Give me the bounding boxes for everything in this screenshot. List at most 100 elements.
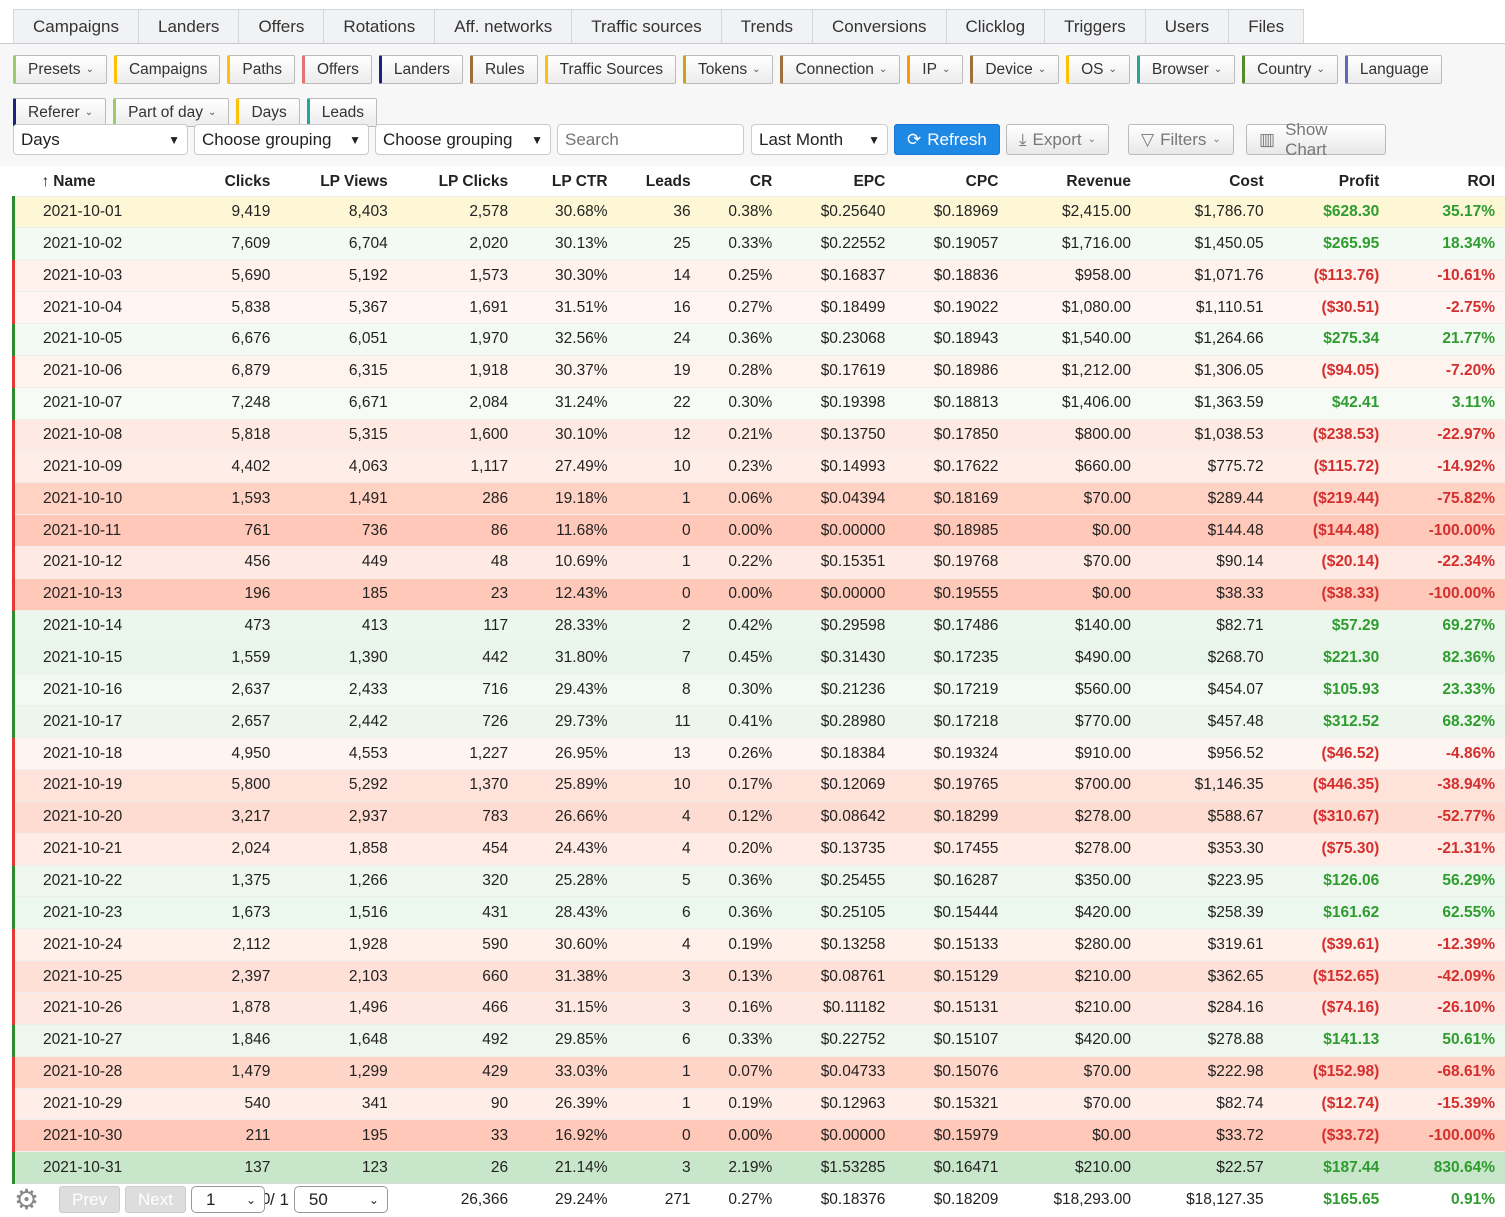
- tab-files[interactable]: Files: [1228, 9, 1305, 43]
- column-header-cr[interactable]: CR: [701, 168, 783, 196]
- table-row[interactable]: 2021-10-13 196 185 23 12.43% 0 0.00% $0.00000 $0…: [12, 577, 1505, 611]
- prev-button[interactable]: Prev: [59, 1186, 120, 1213]
- table-row[interactable]: 2021-10-22 1,375 1,266 320 25.28% 5 0.36% $0.25…: [12, 864, 1505, 897]
- table-row[interactable]: 2021-10-07 7,248 6,671 2,084 31.24% 22 0.30% $0…: [12, 386, 1505, 420]
- cell-clicks: 9,419: [193, 195, 281, 228]
- column-header-epc[interactable]: EPC: [782, 168, 895, 196]
- table-row[interactable]: 2021-10-11 761 736 86 11.68% 0 0.00% $0.00000 $0…: [12, 514, 1505, 547]
- table-row[interactable]: 2021-10-16 2,637 2,433 716 29.43% 8 0.30% $0.21…: [12, 673, 1505, 706]
- filters-button[interactable]: ▽ Filters ⌄: [1128, 124, 1234, 155]
- grouping-select-1[interactable]: Days ▼: [13, 124, 188, 155]
- filter-button-referer[interactable]: Referer ⌄: [13, 98, 107, 127]
- tab-offers[interactable]: Offers: [238, 9, 324, 43]
- column-header-lp-ctr[interactable]: LP CTR: [518, 168, 617, 196]
- filter-button-leads[interactable]: Leads: [306, 98, 377, 127]
- table-row[interactable]: 2021-10-24 2,112 1,928 590 30.60% 4 0.19% $0.13…: [12, 928, 1505, 961]
- filter-button-part-of-day[interactable]: Part of day ⌄: [113, 98, 230, 127]
- table-row[interactable]: 2021-10-04 5,838 5,367 1,691 31.51% 16 0.27% $0…: [12, 291, 1505, 324]
- cell-cost: $1,110.51: [1141, 291, 1274, 324]
- tab-triggers[interactable]: Triggers: [1044, 9, 1145, 43]
- table-row[interactable]: 2021-10-12 456 449 48 10.69% 1 0.22% $0.15351 $0…: [12, 545, 1505, 579]
- tab-landers[interactable]: Landers: [138, 9, 239, 43]
- column-header-clicks[interactable]: Clicks: [193, 168, 280, 196]
- tab-conversions[interactable]: Conversions: [812, 9, 946, 43]
- filter-button-tokens[interactable]: Tokens ⌄: [682, 55, 774, 84]
- export-button[interactable]: ⤓ Export ⌄: [1006, 124, 1110, 155]
- cell-name: 2021-10-07: [12, 386, 194, 420]
- page-select[interactable]: 1 ⌄: [191, 1186, 265, 1213]
- column-header-profit[interactable]: Profit: [1274, 168, 1390, 196]
- table-row[interactable]: 2021-10-19 5,800 5,292 1,370 25.89% 10 0.17% $0…: [12, 768, 1505, 802]
- show-chart-button[interactable]: ▥ Show Chart: [1246, 120, 1386, 159]
- table-row[interactable]: 2021-10-08 5,818 5,315 1,600 30.10% 12 0.21% $0…: [12, 418, 1505, 451]
- filter-button-paths[interactable]: Paths: [227, 55, 295, 84]
- table-row[interactable]: 2021-10-28 1,479 1,299 429 33.03% 1 0.07% $0.04…: [12, 1055, 1505, 1089]
- next-button[interactable]: Next: [125, 1186, 186, 1213]
- table-row[interactable]: 2021-10-03 5,690 5,192 1,573 30.30% 14 0.25% $0…: [12, 259, 1505, 292]
- search-input[interactable]: [557, 124, 744, 155]
- tab-users[interactable]: Users: [1144, 9, 1229, 43]
- filter-button-offers[interactable]: Offers: [302, 55, 372, 84]
- filter-button-connection[interactable]: Connection ⌄: [780, 55, 901, 84]
- table-row[interactable]: 2021-10-01 9,419 8,403 2,578 30.68% 36 0.38% $0…: [12, 195, 1505, 228]
- filter-button-presets[interactable]: Presets ⌄: [13, 55, 107, 84]
- filter-button-os[interactable]: OS ⌄: [1066, 55, 1130, 84]
- tab-trends[interactable]: Trends: [720, 9, 813, 43]
- tab-traffic-sources[interactable]: Traffic sources: [571, 9, 721, 43]
- filter-button-rules[interactable]: Rules: [469, 55, 538, 84]
- tab-aff-networks[interactable]: Aff. networks: [434, 9, 572, 43]
- tab-campaigns[interactable]: Campaigns: [13, 9, 138, 43]
- filter-button-ip[interactable]: IP ⌄: [907, 55, 964, 84]
- filter-button-label: Paths: [242, 60, 282, 78]
- tab-clicklog[interactable]: Clicklog: [945, 9, 1045, 43]
- table-row[interactable]: 2021-10-21 2,024 1,858 454 24.43% 4 0.20% $0.13…: [12, 832, 1505, 866]
- table-row[interactable]: 2021-10-31 137 123 26 21.14% 3 2.19% $1.53285 $0…: [12, 1151, 1505, 1184]
- chevron-down-icon: ⌄: [85, 64, 94, 75]
- table-row[interactable]: 2021-10-17 2,657 2,442 726 29.73% 11 0.41% $0.2…: [12, 705, 1505, 738]
- table-row[interactable]: 2021-10-05 6,676 6,051 1,970 32.56% 24 0.36% $0…: [12, 322, 1505, 356]
- column-header-lp-clicks[interactable]: LP Clicks: [398, 168, 518, 196]
- column-header-leads[interactable]: Leads: [618, 168, 701, 196]
- column-header-cost[interactable]: Cost: [1141, 168, 1274, 196]
- cell-clicks: 456: [193, 545, 281, 579]
- filter-button-landers[interactable]: Landers: [378, 55, 463, 84]
- table-row[interactable]: 2021-10-06 6,879 6,315 1,918 30.37% 19 0.28% $0…: [12, 354, 1505, 388]
- column-header-lp-views[interactable]: LP Views: [280, 168, 397, 196]
- table-row[interactable]: 2021-10-27 1,846 1,648 492 29.85% 6 0.33% $0.22…: [12, 1023, 1505, 1057]
- table-row[interactable]: 2021-10-20 3,217 2,937 783 26.66% 4 0.12% $0.08…: [12, 800, 1505, 834]
- column-header-roi[interactable]: ROI: [1389, 168, 1505, 196]
- table-row[interactable]: 2021-10-10 1,593 1,491 286 19.18% 1 0.06% $0.04…: [12, 482, 1505, 515]
- total-roi: 0.91%: [1389, 1183, 1505, 1216]
- caret-down-icon: ▼: [531, 132, 543, 147]
- column-header-cpc[interactable]: CPC: [895, 168, 1008, 196]
- table-row[interactable]: 2021-10-09 4,402 4,063 1,117 27.49% 10 0.23% $0…: [12, 450, 1505, 483]
- per-page-select[interactable]: 50 ⌄: [293, 1186, 388, 1213]
- table-row[interactable]: 2021-10-30 211 195 33 16.92% 0 0.00% $0.00000 $0…: [12, 1119, 1505, 1152]
- table-row[interactable]: 2021-10-02 7,609 6,704 2,020 30.13% 25 0.33% $0…: [12, 227, 1505, 260]
- refresh-button[interactable]: ⟳ Refresh: [894, 124, 1000, 155]
- table-row[interactable]: 2021-10-25 2,397 2,103 660 31.38% 3 0.13% $0.08…: [12, 960, 1505, 993]
- date-range-select[interactable]: Last Month ▼: [751, 124, 888, 155]
- filter-button-country[interactable]: Country ⌄: [1242, 55, 1338, 84]
- filter-button-browser[interactable]: Browser ⌄: [1136, 55, 1236, 84]
- table-row[interactable]: 2021-10-14 473 413 117 28.33% 2 0.42% $0.29598 $…: [12, 609, 1505, 643]
- filter-button-label: OS: [1081, 60, 1104, 78]
- table-row[interactable]: 2021-10-29 540 341 90 26.39% 1 0.19% $0.12963 $0…: [12, 1087, 1505, 1120]
- table-row[interactable]: 2021-10-18 4,950 4,553 1,227 26.95% 13 0.26% $0…: [12, 737, 1505, 770]
- cell-profit: $221.30: [1273, 641, 1390, 674]
- table-row[interactable]: 2021-10-26 1,878 1,496 466 31.15% 3 0.16% $0.11…: [12, 991, 1505, 1025]
- grouping-select-3[interactable]: Choose grouping ▼: [375, 124, 551, 155]
- filter-button-device[interactable]: Device ⌄: [970, 55, 1060, 84]
- tab-rotations[interactable]: Rotations: [323, 9, 435, 43]
- settings-gear-icon[interactable]: ⚙: [14, 1183, 54, 1216]
- filter-button-days[interactable]: Days: [236, 98, 300, 127]
- filter-button-campaigns[interactable]: Campaigns: [113, 55, 221, 84]
- cell-lp-views: 449: [280, 545, 398, 579]
- grouping-select-2[interactable]: Choose grouping ▼: [194, 124, 369, 155]
- table-row[interactable]: 2021-10-23 1,673 1,516 431 28.43% 6 0.36% $0.25…: [12, 896, 1505, 929]
- column-header-name[interactable]: ↑ Name: [14, 168, 194, 196]
- filter-button-language[interactable]: Language: [1344, 55, 1442, 84]
- filter-button-traffic-sources[interactable]: Traffic Sources: [544, 55, 676, 84]
- table-row[interactable]: 2021-10-15 1,559 1,390 442 31.80% 7 0.45% $0.31…: [12, 641, 1505, 674]
- column-header-revenue[interactable]: Revenue: [1008, 168, 1141, 196]
